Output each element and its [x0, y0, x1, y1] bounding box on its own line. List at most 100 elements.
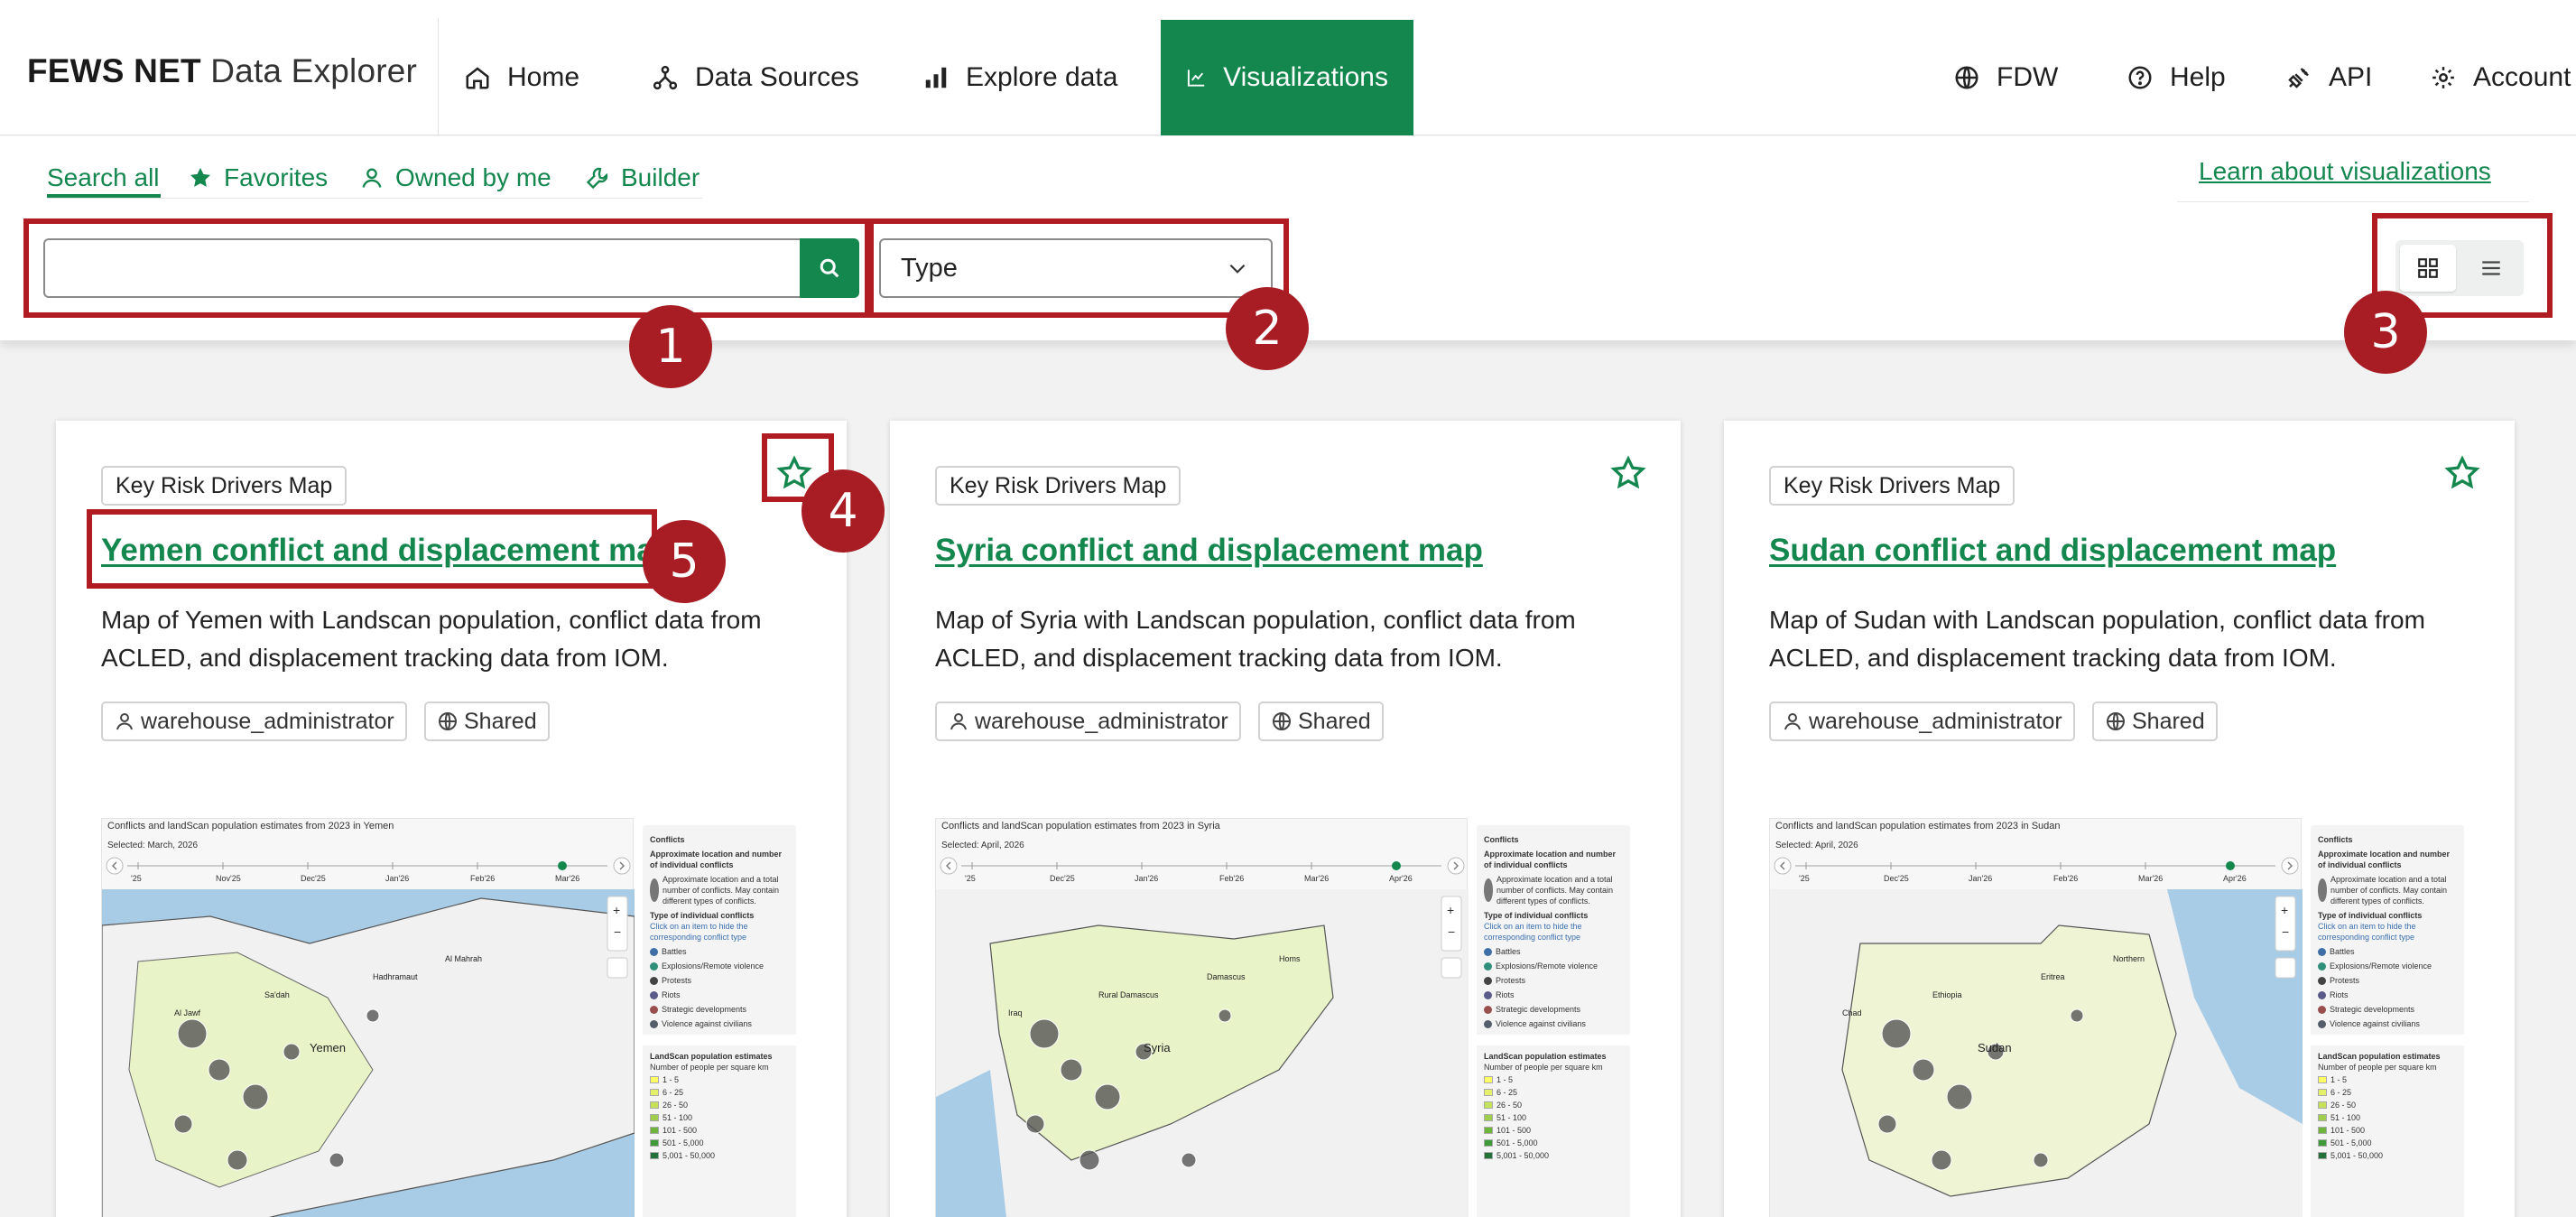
svg-text:Dec'25: Dec'25 [301, 874, 326, 883]
legend-type-item[interactable]: Explosions/Remote violence [650, 961, 789, 971]
legend-hint: Click on an item to hide the correspondi… [650, 922, 748, 942]
legend-type-item[interactable]: Violence against civilians [2318, 1018, 2457, 1029]
card-description: Map of Yemen with Landscan population, c… [101, 606, 762, 672]
nav-data-sources[interactable]: Data Sources [626, 20, 885, 135]
legend-type-dot [1484, 1005, 1492, 1014]
legend-type-item[interactable]: Protests [650, 975, 789, 986]
svg-text:Eritrea: Eritrea [2041, 972, 2065, 981]
legend-type-item[interactable]: Violence against civilians [650, 1018, 789, 1029]
legend-approx-row: Approximate location and a total number … [2318, 874, 2457, 906]
svg-text:Sudan: Sudan [1978, 1041, 2012, 1054]
map-preview-selected: Selected: April, 2026 [941, 841, 1024, 850]
card-title-link[interactable]: Sudan conflict and displacement map [1769, 533, 2336, 569]
app-brand[interactable]: FEWS NET Data Explorer [27, 52, 417, 90]
legend-pop-sub: Number of people per square km [650, 1063, 769, 1072]
map-preview-selected: Selected: March, 2026 [107, 841, 199, 850]
legend-type-item[interactable]: Riots [650, 989, 789, 1000]
tab-owned-by-me[interactable]: Owned by me [359, 155, 551, 200]
legend-approx-row: Approximate location and a total number … [650, 874, 789, 906]
map-canvas: + − Sudan Chad Eritrea Ethiopia Northern [1770, 889, 2303, 1217]
svg-text:Feb'26: Feb'26 [470, 874, 495, 883]
legend-type-item[interactable]: Strategic developments [1484, 1004, 1623, 1015]
home-icon [466, 67, 489, 89]
learn-about-link[interactable]: Learn about visualizations [2199, 157, 2491, 186]
legend-type-item[interactable]: Explosions/Remote violence [1484, 961, 1623, 971]
map-thumbnail[interactable]: Conflicts and landScan population estima… [101, 818, 802, 1217]
legend-type-dot [650, 1019, 658, 1028]
nav-fdw-label: FDW [1997, 62, 2059, 92]
map-thumbnail[interactable]: Conflicts and landScan population estima… [1769, 818, 2469, 1217]
legend-type-dot [2318, 1019, 2326, 1028]
legend-type-dot [1484, 976, 1492, 985]
svg-text:Yemen: Yemen [310, 1041, 346, 1054]
legend-pop-item: 101 - 500 [650, 1125, 789, 1136]
legend-pop-item: 51 - 100 [2318, 1112, 2457, 1123]
legend-type-item[interactable]: Explosions/Remote violence [2318, 961, 2457, 971]
legend-type-dot [1484, 962, 1492, 971]
svg-text:Al Jawf: Al Jawf [174, 1008, 201, 1017]
favorite-star-icon[interactable] [1610, 455, 1646, 491]
legend-pop-item: 26 - 50 [2318, 1100, 2457, 1110]
legend-pop-item: 501 - 5,000 [2318, 1138, 2457, 1148]
gear-icon [2432, 67, 2454, 88]
tab-builder[interactable]: Builder [585, 155, 700, 200]
legend-type-item[interactable]: Strategic developments [650, 1004, 789, 1015]
legend-pop-item: 5,001 - 50,000 [2318, 1150, 2457, 1161]
legend-pop-item: 51 - 100 [1484, 1112, 1623, 1123]
svg-text:Damascus: Damascus [1207, 972, 1246, 981]
legend-pop-item: 26 - 50 [650, 1100, 789, 1110]
legend-type-item[interactable]: Battles [2318, 946, 2457, 957]
legend-type-dot [650, 1005, 658, 1014]
legend-type-item[interactable]: Riots [1484, 989, 1623, 1000]
annotation-badge-2: 2 [1226, 287, 1309, 370]
nav-home[interactable]: Home [439, 20, 605, 135]
tab-favorites[interactable]: Favorites [188, 155, 328, 200]
globe-icon [2107, 712, 2125, 730]
nav-account[interactable]: Account [2415, 20, 2576, 135]
nav-visualizations[interactable]: Visualizations [1161, 20, 1413, 135]
tab-builder-label: Builder [621, 163, 700, 191]
legend-type-item[interactable]: Violence against civilians [1484, 1018, 1623, 1029]
legend-pop-swatch [1484, 1127, 1493, 1134]
legend-type-dot [650, 990, 658, 999]
nav-fdw[interactable]: FDW [1935, 20, 2076, 135]
legend-type-heading: Type of individual conflicts [2318, 911, 2423, 920]
favorite-star-icon[interactable] [2444, 455, 2480, 491]
owner-chip: warehouse_administrator [101, 701, 407, 741]
help-icon [2128, 66, 2152, 89]
legend-type-item[interactable]: Strategic developments [2318, 1004, 2457, 1015]
svg-text:Rural Damascus: Rural Damascus [1098, 990, 1159, 999]
legend-type-item[interactable]: Riots [2318, 989, 2457, 1000]
learn-rule [2177, 201, 2529, 202]
map-canvas: + − Yemen Al Jawf Hadhramaut Sa'dah Al Mahrah [102, 889, 635, 1217]
svg-text:Al Mahrah: Al Mahrah [445, 954, 482, 963]
owner-chip-label: warehouse_administrator [975, 708, 1228, 734]
owner-chip-label: warehouse_administrator [1809, 708, 2062, 734]
map-legend: Conflicts Approximate location and numbe… [643, 825, 796, 1217]
tab-search-all-label: Search all [47, 163, 160, 191]
line-chart-icon [1187, 70, 1205, 87]
svg-text:Chad: Chad [1842, 1008, 1862, 1017]
legend-type-item[interactable]: Battles [1484, 946, 1623, 957]
legend-pop-swatch [1484, 1114, 1493, 1121]
nav-api[interactable]: API [2271, 20, 2386, 135]
legend-pop-item: 51 - 100 [650, 1112, 789, 1123]
legend-type-item[interactable]: Protests [2318, 975, 2457, 986]
globe-icon [439, 712, 457, 730]
card-title-link[interactable]: Syria conflict and displacement map [935, 533, 1483, 569]
legend-type-item[interactable]: Protests [1484, 975, 1623, 986]
legend-subheading: Approximate location and number of indiv… [1484, 850, 1617, 869]
legend-type-dot [2318, 947, 2326, 956]
map-thumbnail[interactable]: Conflicts and landScan population estima… [935, 818, 1635, 1217]
nav-explore-data[interactable]: Explore data [897, 20, 1143, 135]
legend-cluster-dot [650, 878, 659, 902]
legend-pop-swatch [2318, 1152, 2327, 1159]
legend-type-item[interactable]: Battles [650, 946, 789, 957]
owner-chip-label: warehouse_administrator [141, 708, 394, 734]
network-icon [653, 65, 678, 90]
nav-help[interactable]: Help [2112, 20, 2240, 135]
legend-type-dot [1484, 990, 1492, 999]
legend-pop-item: 1 - 5 [650, 1074, 789, 1085]
svg-text:−: − [2282, 924, 2289, 939]
legend-subheading: Approximate location and number of indiv… [2318, 850, 2451, 869]
